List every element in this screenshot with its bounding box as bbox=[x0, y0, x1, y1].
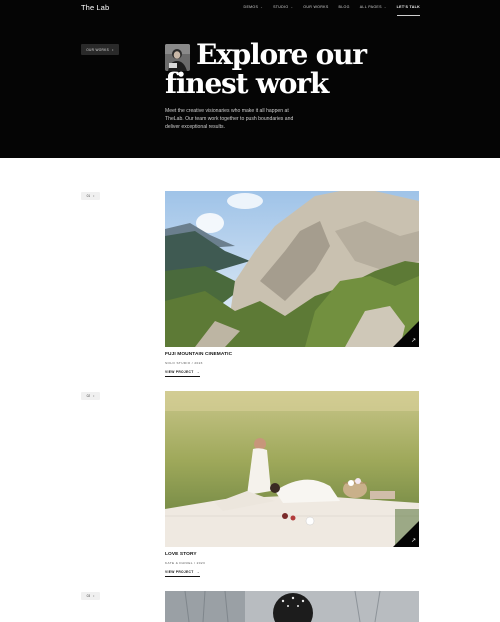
nav-item-all-pages[interactable]: ALL PAGES ⌄ bbox=[360, 5, 387, 9]
work-meta: KATE & DANIEL / 2023 bbox=[165, 561, 206, 565]
view-project-link[interactable]: VIEW PROJECT → bbox=[165, 370, 201, 377]
work-image-fuji[interactable]: ↗ bbox=[165, 191, 419, 347]
main-nav: DEMOS ⌄ STUDIO ⌄ OUR WORKS BLOG ALL PAGES ⌄… bbox=[234, 5, 421, 16]
nav-item-our-works[interactable]: OUR WORKS bbox=[303, 5, 328, 9]
hero-lead-text: Meet the creative visionaries who make i… bbox=[165, 108, 294, 130]
chevron-down-icon: ⌄ bbox=[260, 5, 264, 9]
work-index-label: 01 bbox=[86, 194, 91, 198]
work-image-portrait[interactable] bbox=[165, 591, 419, 622]
hero-section: The Lab DEMOS ⌄ STUDIO ⌄ OUR WORKS BLOG AL… bbox=[0, 0, 500, 158]
chevron-down-icon: ⌄ bbox=[383, 5, 387, 9]
arrow-right-icon: → bbox=[196, 570, 201, 574]
work-title: FUJI MOUNTAIN CINEMATIC bbox=[165, 352, 233, 357]
nav-item-studio[interactable]: STUDIO ⌄ bbox=[273, 5, 293, 9]
work-index-label: 02 bbox=[86, 394, 91, 398]
work-index-tag: 01 • bbox=[81, 192, 100, 200]
dot-icon: • bbox=[93, 394, 95, 398]
site-logo[interactable]: The Lab bbox=[81, 3, 109, 12]
work-index-tag: 02 • bbox=[81, 392, 100, 400]
section-chip: OUR WORKS • bbox=[81, 44, 119, 55]
page-title: Explore our finest work bbox=[165, 40, 367, 98]
nav-item-blog[interactable]: BLOG bbox=[339, 5, 350, 9]
arrow-right-icon: → bbox=[196, 370, 201, 374]
view-project-link[interactable]: VIEW PROJECT → bbox=[165, 570, 201, 577]
dot-icon: • bbox=[93, 194, 95, 198]
arrow-icon: ↗ bbox=[410, 538, 416, 544]
work-image-love-story[interactable]: ↗ bbox=[165, 391, 419, 547]
work-meta: SOLO STUDIO / 2023 bbox=[165, 361, 203, 365]
title-line-2: finest work bbox=[165, 67, 329, 100]
chip-label: OUR WORKS bbox=[86, 47, 109, 52]
nav-item-demos[interactable]: DEMOS ⌄ bbox=[244, 5, 264, 9]
dot-icon: • bbox=[112, 47, 114, 52]
arrow-icon: ↗ bbox=[410, 338, 416, 344]
work-title: LOVE STORY bbox=[165, 552, 197, 557]
chevron-down-icon: ⌄ bbox=[290, 5, 294, 9]
dot-icon: • bbox=[93, 594, 95, 598]
work-index-tag: 03 • bbox=[81, 592, 100, 600]
work-index-label: 03 bbox=[86, 594, 91, 598]
lets-talk-button[interactable]: LET'S TALK bbox=[396, 5, 421, 16]
